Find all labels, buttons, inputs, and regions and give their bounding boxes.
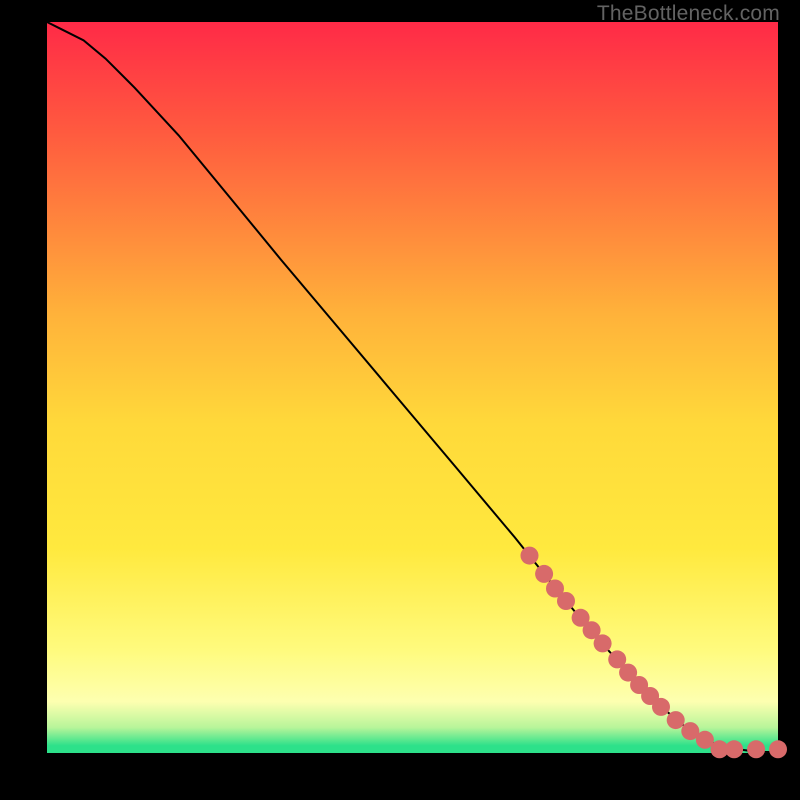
marker-point — [535, 565, 553, 583]
marker-point — [557, 592, 575, 610]
curve-path — [47, 22, 778, 752]
marker-point — [725, 740, 743, 758]
marker-point — [747, 740, 765, 758]
chart-svg — [47, 22, 778, 753]
chart-frame: TheBottleneck.com — [0, 0, 800, 800]
marker-point — [521, 547, 539, 565]
marker-point — [594, 634, 612, 652]
marker-point — [652, 698, 670, 716]
plot-area — [47, 22, 778, 753]
marker-point — [769, 740, 787, 758]
curve-line — [47, 22, 778, 752]
marker-point — [667, 711, 685, 729]
scatter-markers — [521, 547, 788, 759]
